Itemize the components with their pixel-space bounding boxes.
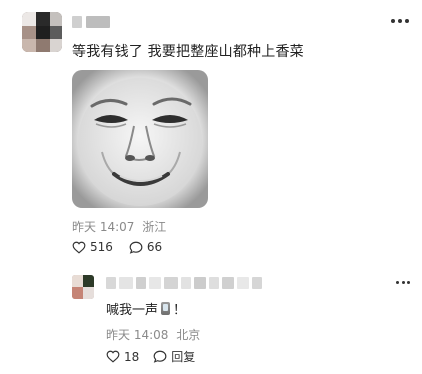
comment-image-meme-face[interactable] bbox=[72, 70, 208, 208]
comment-button[interactable]: 66 bbox=[129, 240, 162, 254]
like-button[interactable]: 516 bbox=[72, 240, 113, 254]
reply-location: 北京 bbox=[176, 328, 201, 342]
reply-avatar[interactable] bbox=[72, 275, 94, 299]
comment-location: 浙江 bbox=[142, 220, 167, 234]
reply-like-count: 18 bbox=[124, 349, 140, 364]
reply-username-redacted[interactable] bbox=[106, 277, 262, 289]
commenter-avatar[interactable] bbox=[22, 12, 62, 52]
heart-outline-icon bbox=[72, 241, 86, 254]
commenter-username-redacted[interactable] bbox=[72, 16, 118, 30]
heart-outline-icon bbox=[106, 350, 120, 363]
comment-time: 昨天 14:07 bbox=[72, 220, 135, 234]
comment-meta: 昨天 14:07 浙江 bbox=[72, 218, 166, 235]
mobile-phone-icon bbox=[161, 302, 171, 315]
comment-actions: 516 66 bbox=[72, 240, 162, 254]
like-count: 516 bbox=[90, 240, 113, 254]
reply-button[interactable]: 回复 bbox=[153, 348, 195, 365]
reply-like-button[interactable]: 18 bbox=[106, 350, 139, 364]
more-dots-icon[interactable] bbox=[396, 276, 410, 288]
reply-time: 昨天 14:08 bbox=[106, 328, 169, 342]
reply-count: 66 bbox=[146, 240, 163, 254]
more-dots-icon[interactable] bbox=[391, 12, 409, 30]
reply-meta: 昨天 14:08 北京 bbox=[106, 326, 200, 343]
reply-text: 喊我一声 ！ bbox=[106, 299, 186, 318]
speech-bubble-icon bbox=[153, 350, 167, 363]
reply-button-label: 回复 bbox=[171, 350, 196, 364]
speech-bubble-icon bbox=[129, 241, 143, 254]
comment-text: 等我有钱了 我要把整座山都种上香菜 bbox=[72, 44, 304, 60]
reply-actions: 18 回复 bbox=[106, 348, 195, 365]
reply-text-before: 喊我一声 bbox=[106, 303, 159, 318]
reply-text-after: ！ bbox=[173, 303, 187, 318]
